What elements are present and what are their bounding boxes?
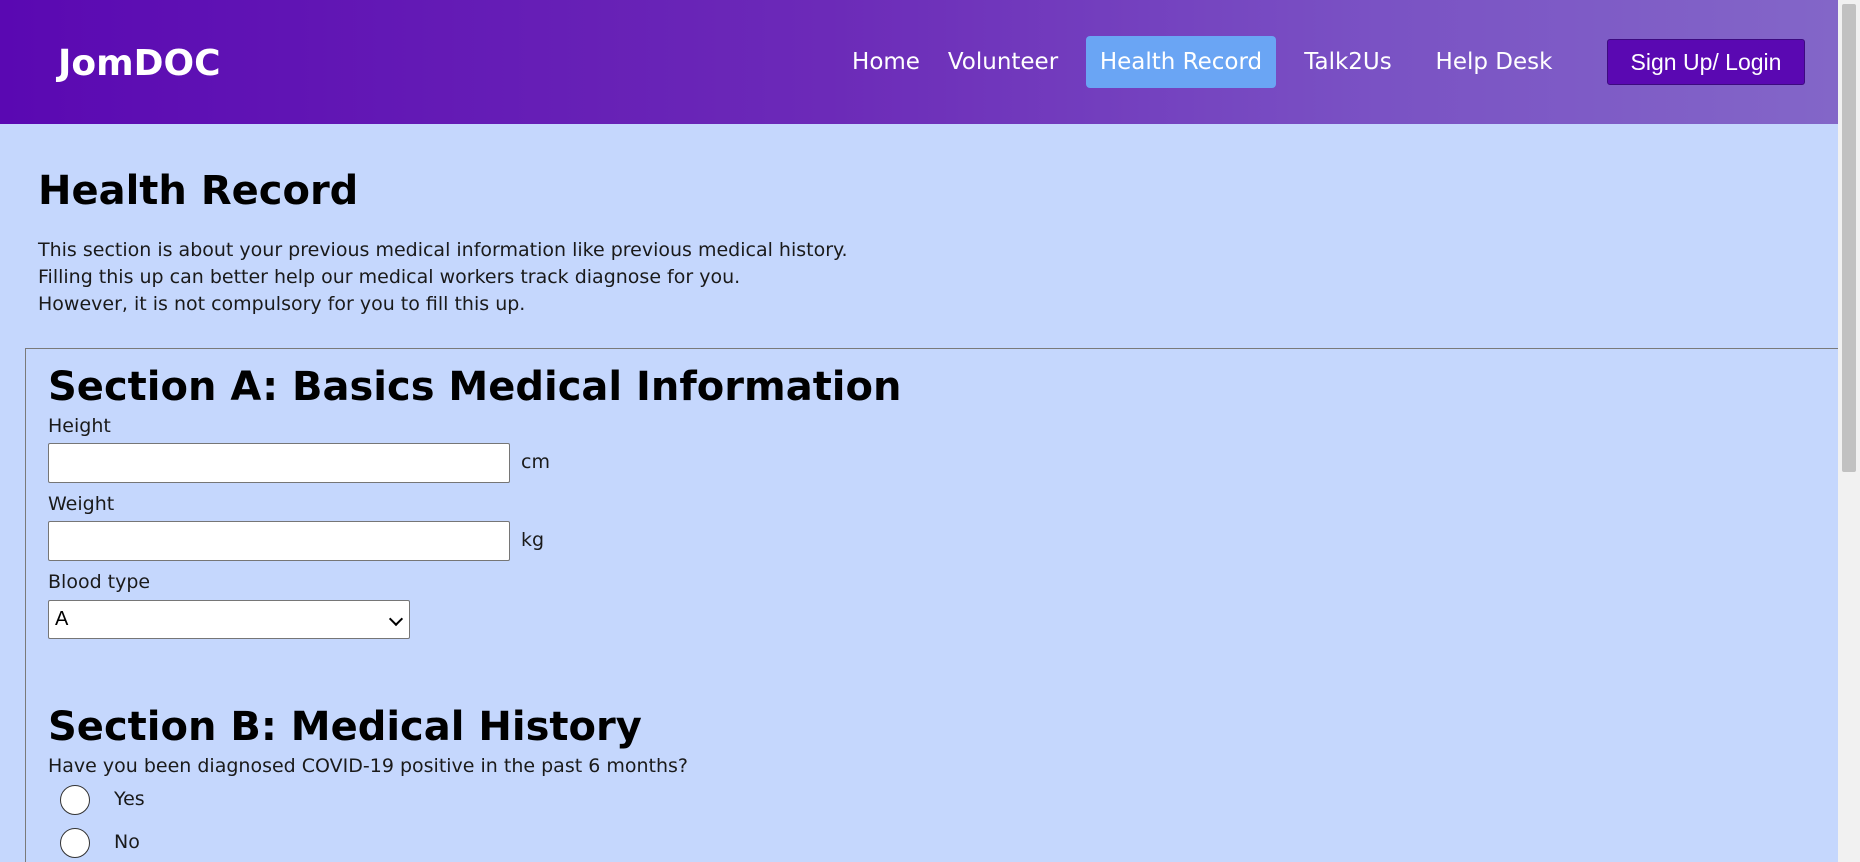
intro-line: This section is about your previous medi… (38, 239, 848, 261)
weight-input[interactable] (48, 521, 510, 561)
brand-logo[interactable]: JomDOC (58, 42, 221, 86)
section-a-heading: Section A: Basics Medical Information (48, 364, 902, 410)
page-scrollbar[interactable] (1838, 0, 1860, 862)
nav-health-record[interactable]: Health Record (1086, 36, 1276, 88)
blood-type-select[interactable]: A (48, 600, 410, 639)
blood-type-selected-value: A (55, 608, 69, 630)
nav-help-desk[interactable]: Help Desk (1430, 36, 1558, 88)
nav-home[interactable]: Home (826, 36, 946, 88)
intro-line: Filling this up can better help our medi… (38, 266, 741, 288)
covid-no-radio[interactable] (60, 828, 90, 858)
weight-unit: kg (521, 529, 545, 551)
covid-no-label[interactable]: No (114, 830, 140, 854)
intro-line: However, it is not compulsory for you to… (38, 293, 526, 315)
nav-volunteer[interactable]: Volunteer (943, 36, 1063, 88)
section-b-heading: Section B: Medical History (48, 704, 642, 750)
nav-talk2us[interactable]: Talk2Us (1299, 36, 1397, 88)
height-input[interactable] (48, 443, 510, 483)
covid-yes-radio[interactable] (60, 785, 90, 815)
blood-type-label: Blood type (48, 571, 151, 593)
chevron-down-icon (388, 611, 404, 627)
page-title: Health Record (38, 168, 359, 214)
height-label: Height (48, 415, 111, 437)
signup-login-button[interactable]: Sign Up/ Login (1607, 39, 1805, 85)
weight-label: Weight (48, 493, 115, 515)
intro-text: This section is about your previous medi… (38, 237, 848, 318)
covid-question: Have you been diagnosed COVID-19 positiv… (48, 755, 688, 777)
covid-yes-label[interactable]: Yes (114, 787, 145, 811)
top-navbar: JomDOC Home Volunteer Health Record Talk… (0, 0, 1838, 124)
scrollbar-thumb[interactable] (1842, 4, 1856, 472)
height-unit: cm (521, 451, 550, 473)
